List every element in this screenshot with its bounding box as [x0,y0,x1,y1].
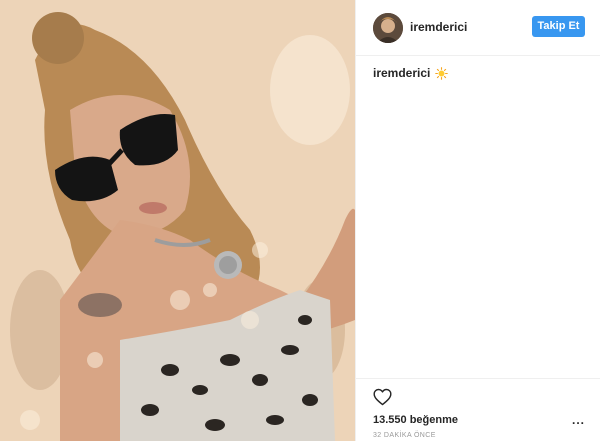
post-side-panel: iremderici Takip Et iremderici 13.550 be… [355,0,600,441]
post-header: iremderici Takip Et [356,0,600,56]
avatar-image [373,13,403,43]
follow-button[interactable]: Takip Et [532,16,585,37]
instagram-post: iremderici Takip Et iremderici 13.550 be… [0,0,600,441]
post-photo[interactable] [0,0,355,441]
caption: iremderici [373,66,449,80]
post-timestamp[interactable]: 32 DAKİKA ÖNCE [373,432,436,439]
post-photo-image [0,0,355,441]
more-dots-icon[interactable]: ... [572,413,585,427]
likes-count[interactable]: 13.550 beğenme [373,414,458,426]
header-username[interactable]: iremderici [410,20,467,34]
avatar[interactable] [373,13,403,43]
heart-icon[interactable] [373,388,392,406]
caption-username[interactable]: iremderici [373,66,430,80]
actions-divider [356,378,600,379]
sun-icon [435,66,449,80]
